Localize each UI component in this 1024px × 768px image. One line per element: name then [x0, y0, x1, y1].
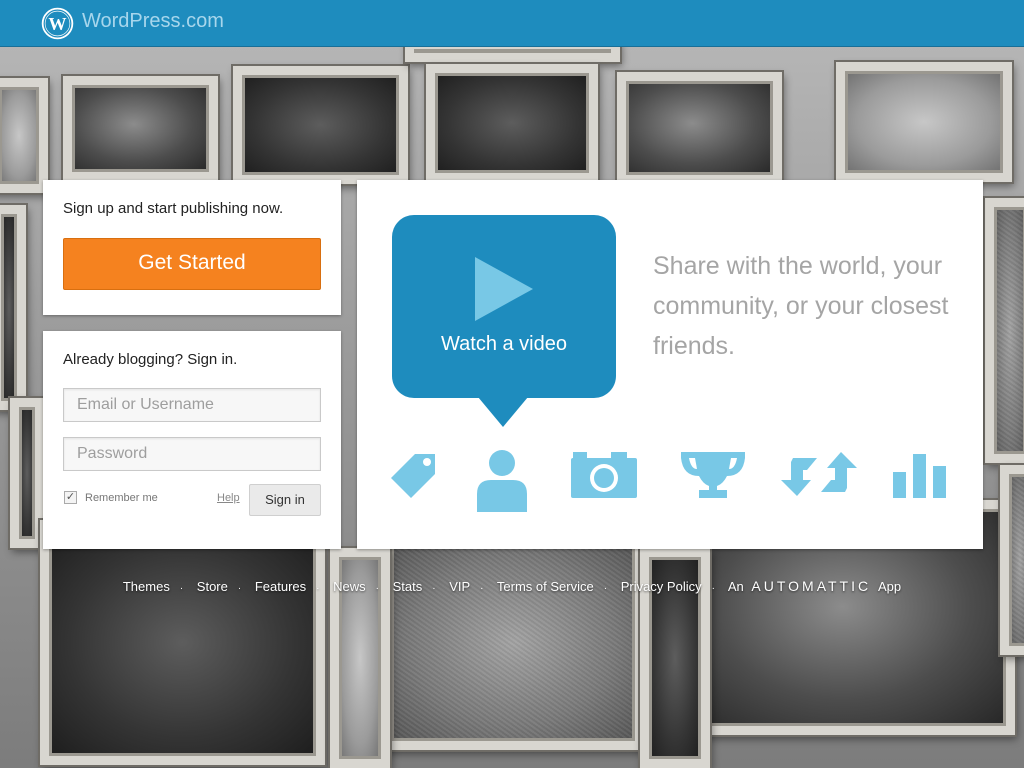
signin-lead: Already blogging? Sign in.	[63, 351, 238, 368]
automattic-suffix: App	[878, 579, 902, 594]
footer-link-vip[interactable]: VIP	[449, 579, 470, 594]
stats-bars-icon[interactable]	[893, 454, 947, 498]
svg-text:W: W	[48, 14, 66, 34]
person-icon[interactable]	[475, 448, 529, 512]
play-icon	[475, 257, 533, 321]
brand-name[interactable]: WordPress.com	[82, 10, 224, 33]
top-bar: W WordPress.com	[0, 0, 1024, 47]
get-started-button[interactable]: Get Started	[63, 238, 321, 290]
watch-video-button[interactable]: Watch a video	[392, 215, 616, 427]
trophy-icon[interactable]	[681, 450, 745, 498]
username-input[interactable]	[63, 388, 321, 422]
footer-link-store[interactable]: Store	[197, 579, 228, 594]
repost-arrows-icon[interactable]	[779, 450, 859, 498]
password-input[interactable]	[63, 437, 321, 471]
footer: Themes · Store · Features · News · Stats · VI…	[122, 578, 902, 594]
signin-button[interactable]: Sign in	[249, 484, 321, 516]
wordpress-logo-icon[interactable]: W	[41, 7, 74, 40]
signin-panel: Already blogging? Sign in. ✓ Remember me…	[43, 331, 341, 549]
footer-link-privacy[interactable]: Privacy Policy	[621, 579, 702, 594]
remember-label: Remember me	[85, 491, 158, 504]
signup-lead: Sign up and start publishing now.	[63, 200, 284, 217]
remember-checkbox[interactable]: ✓	[64, 491, 77, 504]
feature-panel: Watch a video Share with the world, your…	[357, 180, 983, 549]
video-label: Watch a video	[441, 333, 567, 355]
footer-link-themes[interactable]: Themes	[123, 579, 170, 594]
automattic-prefix: An	[727, 579, 744, 594]
remember-me[interactable]: ✓ Remember me	[64, 491, 158, 504]
footer-link-features[interactable]: Features	[255, 579, 306, 594]
camera-icon[interactable]	[571, 450, 637, 498]
tag-icon[interactable]	[391, 450, 441, 500]
feature-icons	[387, 448, 957, 518]
tagline: Share with the world, your community, or…	[653, 252, 949, 360]
footer-link-terms[interactable]: Terms of Service	[497, 579, 594, 594]
automattic-link[interactable]: AUTOMATTIC	[751, 578, 871, 594]
footer-link-news[interactable]: News	[333, 579, 366, 594]
help-link[interactable]: Help	[217, 492, 240, 504]
signup-panel: Sign up and start publishing now. Get St…	[43, 180, 341, 315]
footer-link-stats[interactable]: Stats	[393, 579, 423, 594]
